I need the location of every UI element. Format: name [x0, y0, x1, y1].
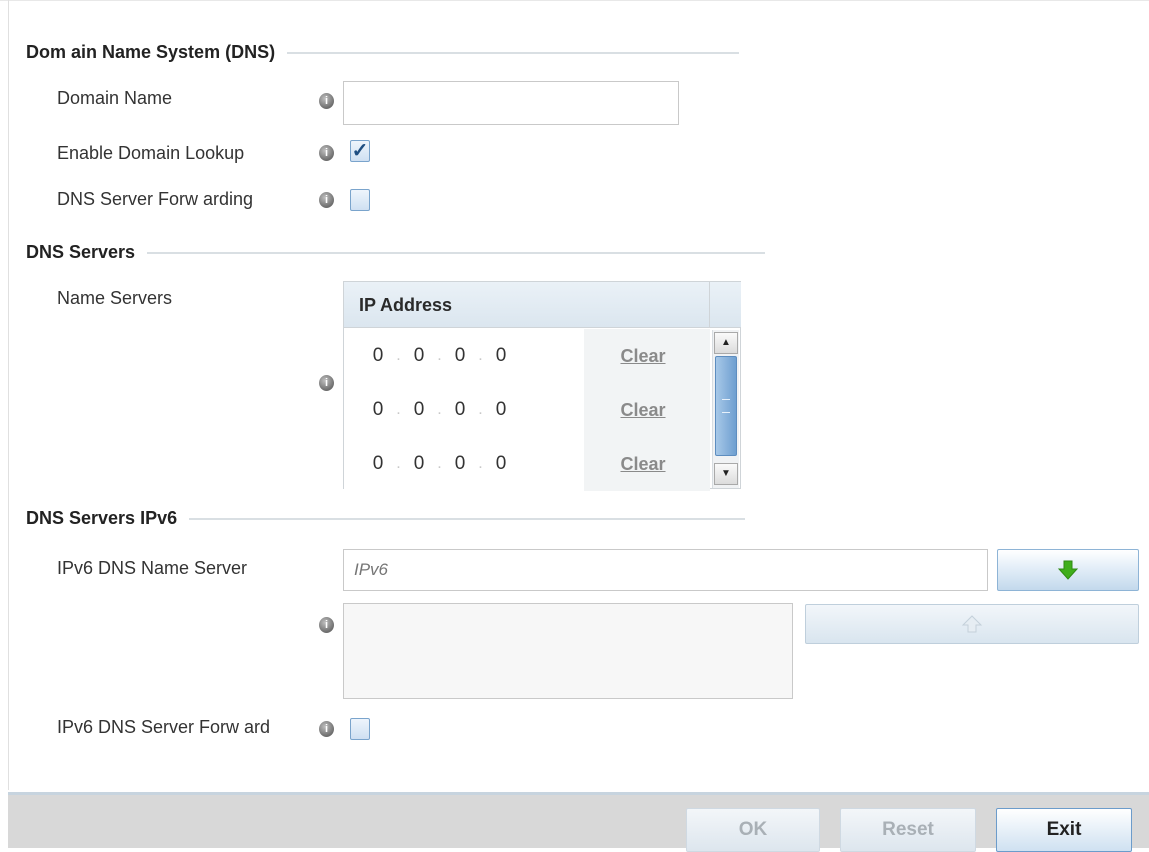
top-border	[0, 0, 1149, 1]
left-border	[8, 0, 9, 790]
dns-server-forwarding-label: DNS Server Forw arding	[57, 189, 254, 209]
remove-ipv6-server-button[interactable]	[805, 604, 1139, 644]
section-title-dns-text: Dom ain Name System (DNS)	[26, 42, 276, 62]
info-icon[interactable]: i	[319, 145, 334, 161]
ip-address-input[interactable]: 0. 0. 0. 0	[344, 437, 584, 491]
triangle-down-icon[interactable]: ▼	[714, 463, 738, 485]
clear-link[interactable]: Clear	[584, 383, 710, 437]
table-row: 0. 0. 0. 0 Clear	[344, 383, 710, 437]
grip-icon	[722, 399, 730, 413]
octet[interactable]: 0	[493, 399, 509, 421]
dns-server-forwarding-checkbox[interactable]	[350, 189, 370, 211]
clear-link[interactable]: Clear	[584, 329, 710, 383]
clear-link[interactable]: Clear	[584, 437, 710, 491]
table-row: 0. 0. 0. 0 Clear	[344, 437, 710, 491]
info-icon[interactable]: i	[319, 617, 334, 633]
info-icon[interactable]: i	[319, 93, 334, 109]
octet[interactable]: 0	[411, 399, 427, 421]
octet[interactable]: 0	[370, 399, 386, 421]
octet[interactable]: 0	[452, 399, 468, 421]
section-title-dns-servers-ipv6-text: DNS Servers IPv6	[26, 508, 178, 528]
ipv6-dns-name-server-label: IPv6 DNS Name Server	[57, 558, 248, 578]
exit-button[interactable]: Exit	[996, 808, 1132, 852]
footer-bar: OK Reset Exit	[8, 792, 1149, 852]
domain-name-input[interactable]	[343, 81, 679, 125]
section-title-dns-servers-text: DNS Servers	[26, 242, 136, 262]
octet[interactable]: 0	[452, 345, 468, 367]
octet[interactable]: 0	[452, 453, 468, 475]
dns-settings-page: Dom ain Name System (DNS) Domain Name i …	[0, 0, 1149, 852]
add-ipv6-server-button[interactable]	[997, 549, 1139, 591]
ip-address-input[interactable]: 0. 0. 0. 0	[344, 329, 584, 383]
table-header-corner	[710, 282, 741, 328]
table-row: 0. 0. 0. 0 Clear	[344, 329, 710, 383]
column-header-ip-address: IP Address	[344, 282, 710, 328]
ipv6-dns-server-forward-checkbox[interactable]	[350, 718, 370, 740]
section-title-dns: Dom ain Name System (DNS)	[26, 42, 740, 63]
info-icon[interactable]: i	[319, 192, 334, 208]
table-scrollbar[interactable]: ▲ ▼	[712, 330, 739, 488]
ip-address-input[interactable]: 0. 0. 0. 0	[344, 383, 584, 437]
section-divider	[147, 251, 766, 254]
octet[interactable]: 0	[411, 453, 427, 475]
octet[interactable]: 0	[493, 345, 509, 367]
info-icon[interactable]: i	[319, 375, 334, 391]
reset-button[interactable]: Reset	[840, 808, 976, 852]
octet[interactable]: 0	[493, 453, 509, 475]
checkmark-icon: ✓	[351, 140, 369, 162]
domain-name-label: Domain Name	[57, 88, 173, 108]
section-title-dns-servers-ipv6: DNS Servers IPv6	[26, 508, 746, 529]
section-divider	[189, 517, 746, 520]
enable-domain-lookup-label: Enable Domain Lookup	[57, 143, 245, 163]
scroll-thumb[interactable]	[715, 356, 737, 456]
name-servers-table: IP Address 0. 0. 0. 0 Clear 0. 0. 0. 0 C…	[343, 281, 741, 491]
octet[interactable]: 0	[370, 453, 386, 475]
ipv6-server-list[interactable]	[343, 603, 793, 699]
name-servers-label: Name Servers	[57, 288, 173, 308]
octet[interactable]: 0	[370, 345, 386, 367]
ipv6-dns-server-forward-label: IPv6 DNS Server Forw ard	[57, 717, 271, 737]
ipv6-name-server-input[interactable]	[343, 549, 988, 591]
ok-button[interactable]: OK	[686, 808, 820, 852]
triangle-up-icon[interactable]: ▲	[714, 332, 738, 354]
section-divider	[287, 51, 740, 54]
info-icon[interactable]: i	[319, 721, 334, 737]
arrow-down-icon	[1057, 560, 1079, 580]
arrow-up-icon	[961, 615, 983, 633]
section-title-dns-servers: DNS Servers	[26, 242, 766, 263]
enable-domain-lookup-checkbox[interactable]: ✓	[350, 140, 370, 162]
octet[interactable]: 0	[411, 345, 427, 367]
